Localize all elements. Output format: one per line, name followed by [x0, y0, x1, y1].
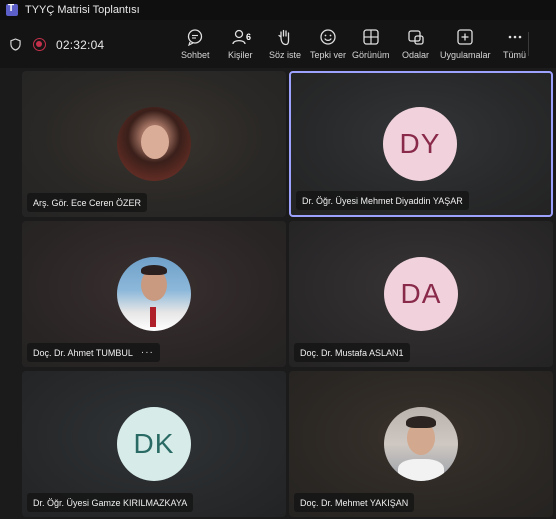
view-button[interactable]: Görünüm	[352, 24, 390, 64]
participant-name: Dr. Öğr. Üyesi Mehmet Diyaddin YAŞAR	[302, 195, 463, 206]
participant-name: Doç. Dr. Ahmet TUMBUL	[33, 347, 133, 358]
tile-more-options-icon[interactable]: ···	[141, 347, 154, 358]
participant-nameplate: Dr. Öğr. Üyesi Gamze KIRILMAZKAYA	[27, 493, 194, 512]
participant-nameplate: Doç. Dr. Mustafa ASLAN1	[294, 343, 410, 362]
raise-hand-button[interactable]: Söz iste	[269, 24, 301, 64]
meeting-timer: 02:32:04	[56, 38, 105, 52]
participant-tile[interactable]: DA Doç. Dr. Mustafa ASLAN1	[289, 221, 553, 367]
participant-avatar-initials: DK	[117, 407, 191, 481]
toolbar-divider	[528, 32, 529, 56]
chat-button[interactable]: Sohbet	[181, 24, 210, 64]
emoji-icon	[320, 29, 336, 45]
participant-tile[interactable]: Arş. Gör. Ece Ceren ÖZER	[22, 71, 286, 217]
grid-view-icon	[363, 29, 379, 45]
face-shape	[141, 125, 169, 159]
participant-name: Doç. Dr. Mustafa ASLAN1	[300, 347, 404, 358]
more-button[interactable]: Tümü	[503, 24, 526, 64]
participant-nameplate: Doç. Dr. Ahmet TUMBUL ···	[27, 343, 160, 362]
hair-shape	[406, 416, 436, 428]
react-button[interactable]: Tepki ver	[310, 24, 346, 64]
participant-tile[interactable]: Doç. Dr. Mehmet YAKIŞAN	[289, 371, 553, 517]
participant-nameplate: Doç. Dr. Mehmet YAKIŞAN	[294, 493, 415, 512]
participant-avatar-initials: DY	[383, 107, 457, 181]
participant-photo	[117, 107, 191, 181]
more-icon	[508, 35, 521, 39]
people-label: Kişiler	[228, 50, 253, 60]
shield-icon[interactable]	[10, 38, 21, 51]
apps-button[interactable]: Uygulamalar	[440, 24, 491, 64]
chat-icon	[188, 29, 203, 46]
meeting-toolbar: 02:32:04 Sohbet 6 Kişiler Söz iste Tepki…	[0, 20, 556, 68]
add-apps-icon	[457, 29, 473, 45]
participant-photo	[384, 407, 458, 481]
raise-hand-icon	[278, 29, 290, 46]
window-title: TYYÇ Matrisi Toplantısı	[25, 4, 140, 16]
title-bar: TYYÇ Matrisi Toplantısı	[0, 0, 556, 20]
more-label: Tümü	[503, 50, 527, 60]
rooms-label: Odalar	[402, 50, 430, 60]
raise-hand-label: Söz iste	[269, 50, 302, 60]
recording-icon[interactable]	[33, 38, 46, 51]
hair-shape	[141, 265, 167, 275]
shirt-shape	[398, 459, 444, 481]
teams-logo-icon	[6, 3, 18, 16]
participant-nameplate: Arş. Gör. Ece Ceren ÖZER	[27, 193, 148, 212]
view-label: Görünüm	[352, 50, 390, 60]
participant-tile[interactable]: DK Dr. Öğr. Üyesi Gamze KIRILMAZKAYA	[22, 371, 286, 517]
people-count-badge: 6	[246, 32, 252, 42]
people-button[interactable]: 6 Kişiler	[228, 24, 253, 64]
participant-nameplate: Dr. Öğr. Üyesi Mehmet Diyaddin YAŞAR	[296, 191, 469, 210]
breakout-rooms-icon	[407, 30, 424, 45]
react-label: Tepki ver	[310, 50, 347, 60]
participant-name: Arş. Gör. Ece Ceren ÖZER	[33, 197, 142, 208]
rooms-button[interactable]: Odalar	[402, 24, 429, 64]
participant-tile[interactable]: Doç. Dr. Ahmet TUMBUL ···	[22, 221, 286, 367]
tie-shape	[150, 307, 156, 327]
participant-name: Doç. Dr. Mehmet YAKIŞAN	[300, 497, 409, 508]
participant-tile-active-speaker[interactable]: DY Dr. Öğr. Üyesi Mehmet Diyaddin YAŞAR	[289, 71, 553, 217]
apps-label: Uygulamalar	[440, 50, 491, 60]
participant-name: Dr. Öğr. Üyesi Gamze KIRILMAZKAYA	[33, 497, 188, 508]
chat-label: Sohbet	[181, 50, 210, 60]
participant-avatar-initials: DA	[384, 257, 458, 331]
participant-photo	[117, 257, 191, 331]
